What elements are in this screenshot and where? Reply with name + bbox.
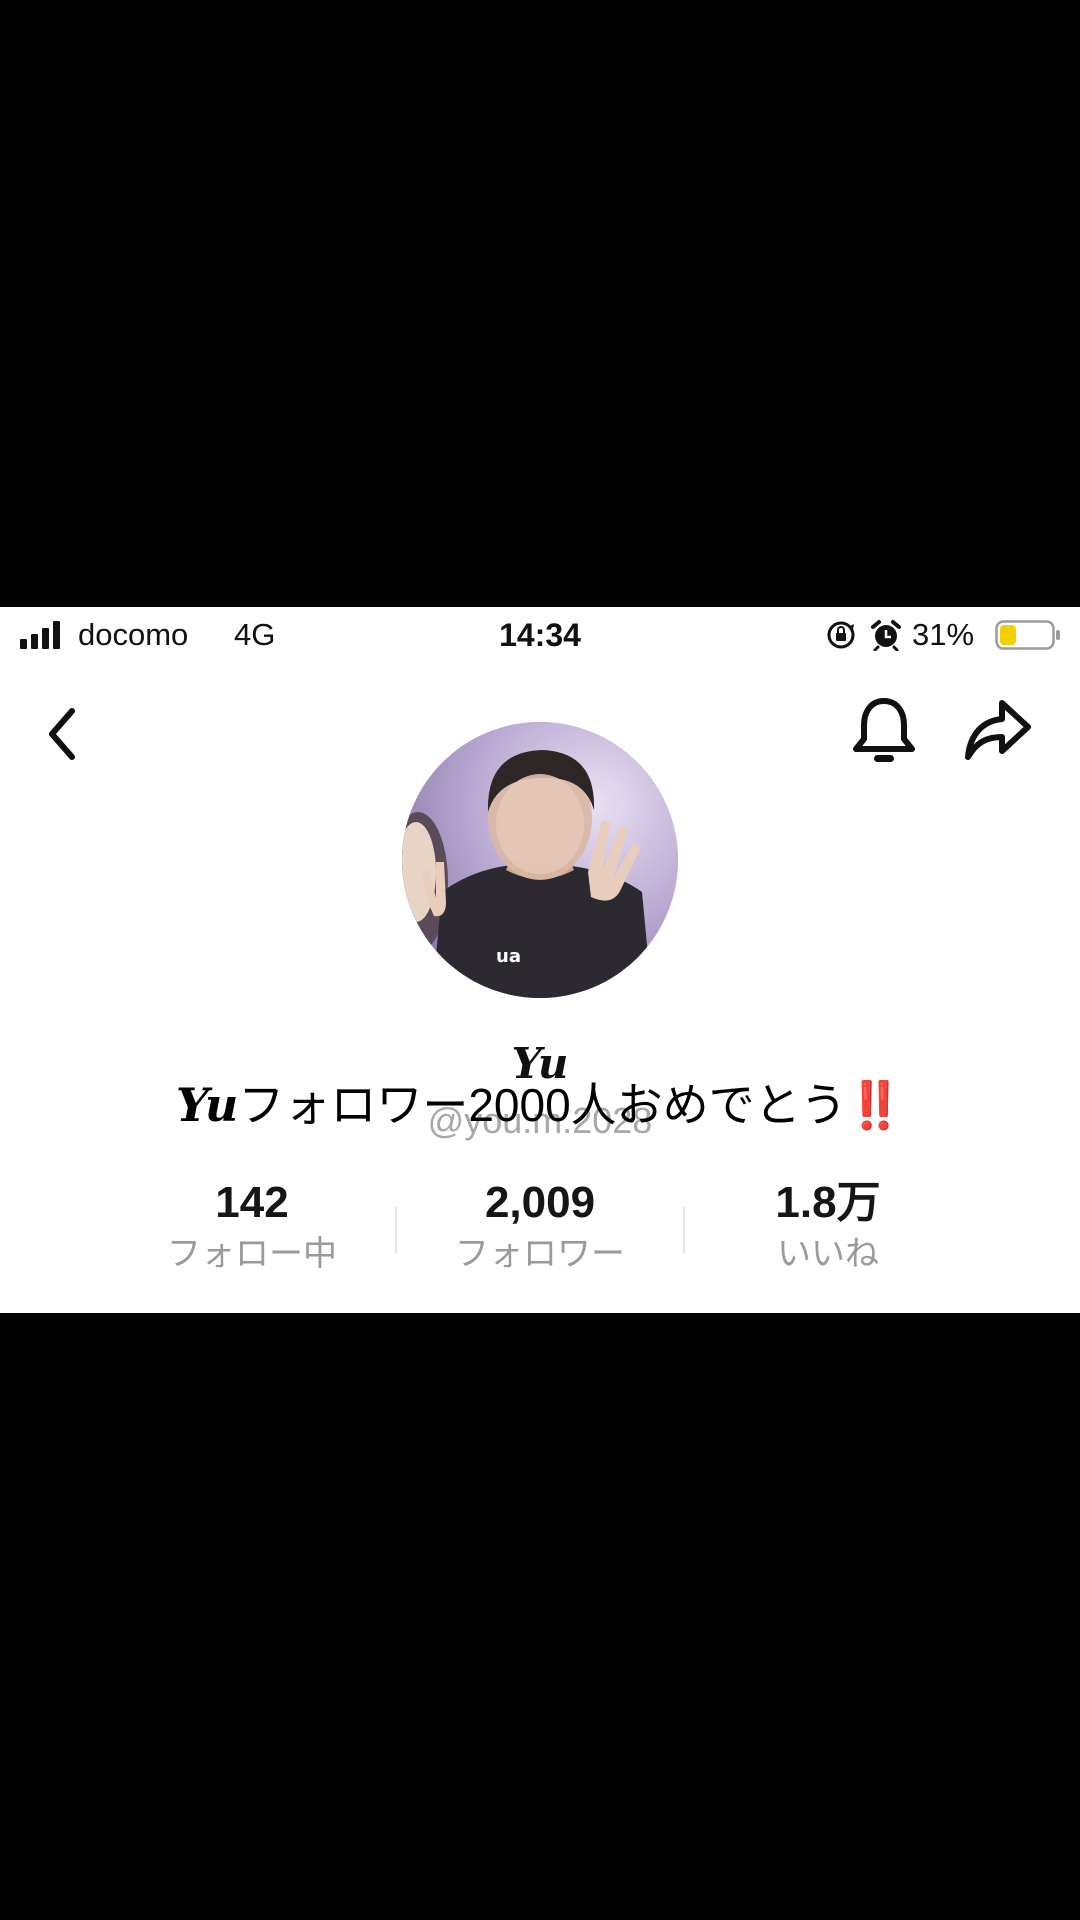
stat-likes-label: いいね [777,1235,879,1273]
battery-icon [995,620,1060,650]
celebration-caption: Yuフォロワー2000人おめでとう‼️ [0,1077,1080,1133]
caption-text: フォロワー2000人おめでとう [238,1079,847,1131]
back-button[interactable] [40,699,86,769]
status-bar: docomo 4G 14:34 31% [0,607,1080,663]
caption-name: Yu [176,1078,239,1132]
stat-followers[interactable]: 2,009 フォロワー [396,1177,684,1275]
caption-exclamation-mark: ‼️ [846,1079,904,1131]
back-icon [49,708,75,760]
stat-following-value: 142 [215,1178,289,1227]
notification-bell-button[interactable] [850,695,918,767]
stat-followers-label: フォロワー [455,1235,625,1273]
stat-following-label: フォロー中 [167,1235,337,1273]
stat-likes[interactable]: 1.8万 いいね [684,1177,972,1275]
rotation-lock-icon [827,621,855,649]
stat-followers-value: 2,009 [484,1178,596,1227]
avatar-photo: ua [402,722,678,998]
stat-following[interactable]: 142 フォロー中 [108,1177,396,1275]
stat-likes-value: 1.8万 [775,1178,881,1227]
profile-screen: docomo 4G 14:34 31% ua Yu @you.m.2028 Yu… [0,607,1080,1313]
svg-text:ua: ua [496,946,521,967]
share-icon [965,700,1031,760]
battery-percent: 31% [912,617,975,652]
alarm-icon [871,620,901,651]
share-button[interactable] [962,697,1034,763]
avatar[interactable]: ua [402,722,678,998]
profile-stats: 142 フォロー中 2,009 フォロワー 1.8万 いいね [108,1177,972,1287]
bell-icon [853,698,915,762]
